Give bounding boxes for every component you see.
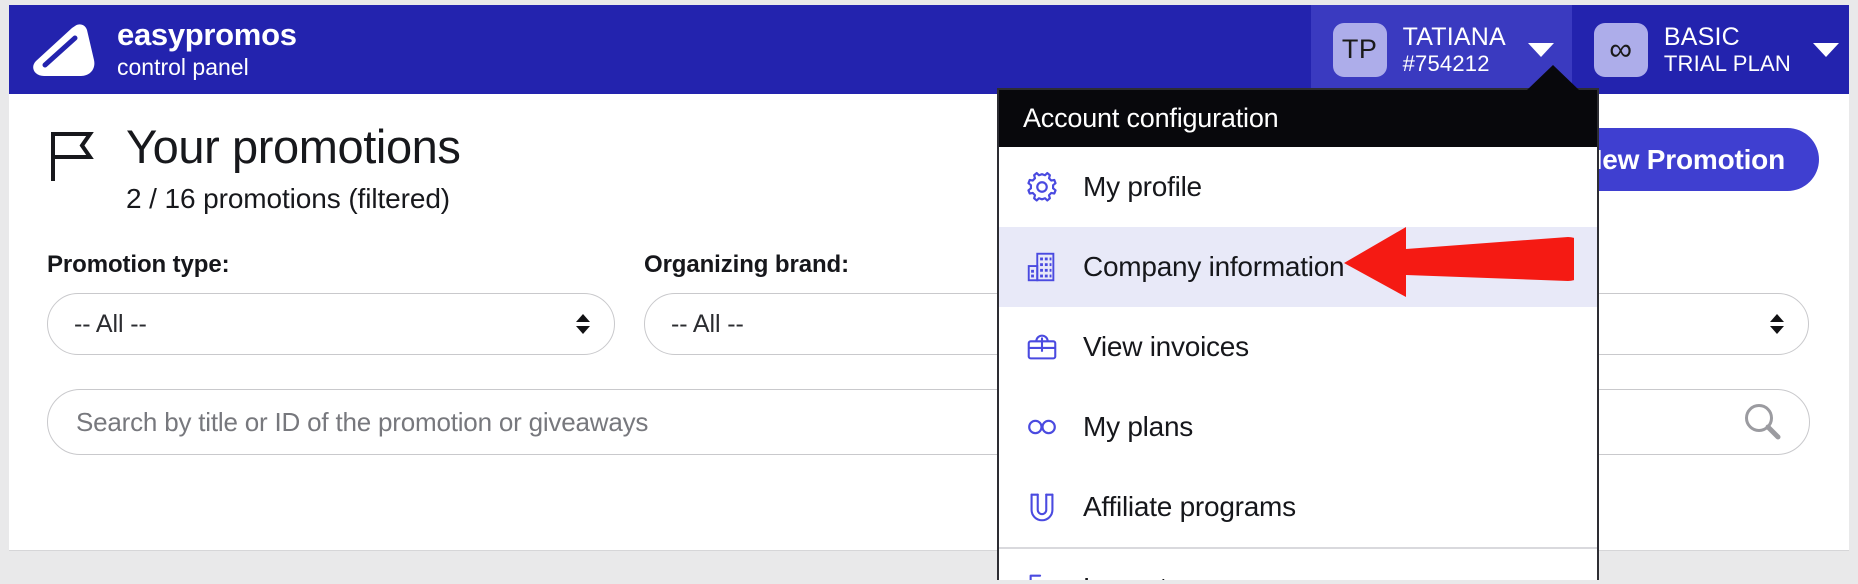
menu-item-view-invoices[interactable]: View invoices — [999, 307, 1597, 387]
select-chevron-updown-icon — [576, 314, 590, 335]
brand-text: easypromos control panel — [117, 16, 297, 82]
menu-item-label: Logout — [1083, 572, 1167, 580]
briefcase-icon — [1023, 328, 1061, 366]
infinity-icon: ∞ — [1593, 22, 1648, 77]
search-icon[interactable] — [1741, 401, 1783, 443]
easypromos-flag-logo-icon — [31, 22, 97, 78]
filter-label: Promotion type: — [47, 251, 230, 279]
plan-name: BASIC — [1663, 22, 1740, 51]
dropdown-pointer — [1527, 65, 1579, 90]
page-title-block: Your promotions 2 / 16 promotions (filte… — [126, 122, 461, 215]
page-title: Your promotions — [126, 120, 461, 173]
header-spacer — [297, 5, 1311, 94]
building-icon — [1023, 248, 1061, 286]
menu-item-company-information[interactable]: Company information — [999, 227, 1597, 307]
menu-item-my-profile[interactable]: My profile — [999, 147, 1597, 227]
magnet-icon — [1023, 488, 1061, 526]
chevron-down-icon — [1527, 42, 1554, 57]
brand-subtitle: control panel — [117, 53, 249, 80]
menu-item-label: My plans — [1083, 411, 1194, 442]
flag-icon — [49, 130, 97, 182]
infinity-icon — [1023, 408, 1061, 446]
menu-item-my-plans[interactable]: My plans — [999, 387, 1597, 467]
account-labels: TATIANA #754212 — [1403, 23, 1506, 76]
account-name: TATIANA — [1402, 22, 1506, 51]
logout-icon — [1023, 569, 1061, 580]
dropdown-header: Account configuration — [999, 90, 1597, 147]
brand-title: easypromos — [117, 16, 297, 52]
select-chevron-updown-icon — [1770, 314, 1784, 335]
menu-item-logout[interactable]: Logout — [999, 547, 1597, 580]
account-configuration-dropdown: Account configuration My profile Company… — [997, 65, 1599, 580]
menu-item-label: My profile — [1083, 171, 1202, 202]
gear-icon — [1023, 168, 1061, 206]
plan-sub: TRIAL PLAN — [1663, 50, 1791, 76]
menu-item-label: Affiliate programs — [1083, 491, 1296, 522]
app-window: easypromos control panel TP TATIANA #754… — [0, 0, 1858, 584]
plan-menu-button[interactable]: ∞ BASIC TRIAL PLAN — [1571, 5, 1849, 94]
page-subtitle: 2 / 16 promotions (filtered) — [126, 183, 451, 215]
brand-block[interactable]: easypromos control panel — [9, 5, 297, 94]
plan-labels: BASIC TRIAL PLAN — [1664, 23, 1791, 76]
select-value: -- All -- — [671, 309, 744, 338]
account-id: #754212 — [1402, 50, 1490, 76]
menu-item-affiliate-programs[interactable]: Affiliate programs — [999, 467, 1597, 547]
filter-promotion-type: Promotion type: -- All -- — [47, 251, 644, 356]
avatar: TP — [1332, 22, 1387, 77]
menu-item-label: Company information — [1083, 251, 1345, 282]
select-value: -- All -- — [74, 309, 147, 338]
promotion-type-select[interactable]: -- All -- — [47, 293, 615, 356]
menu-item-label: View invoices — [1083, 331, 1249, 362]
plan-chevron-down-icon — [1813, 42, 1839, 57]
